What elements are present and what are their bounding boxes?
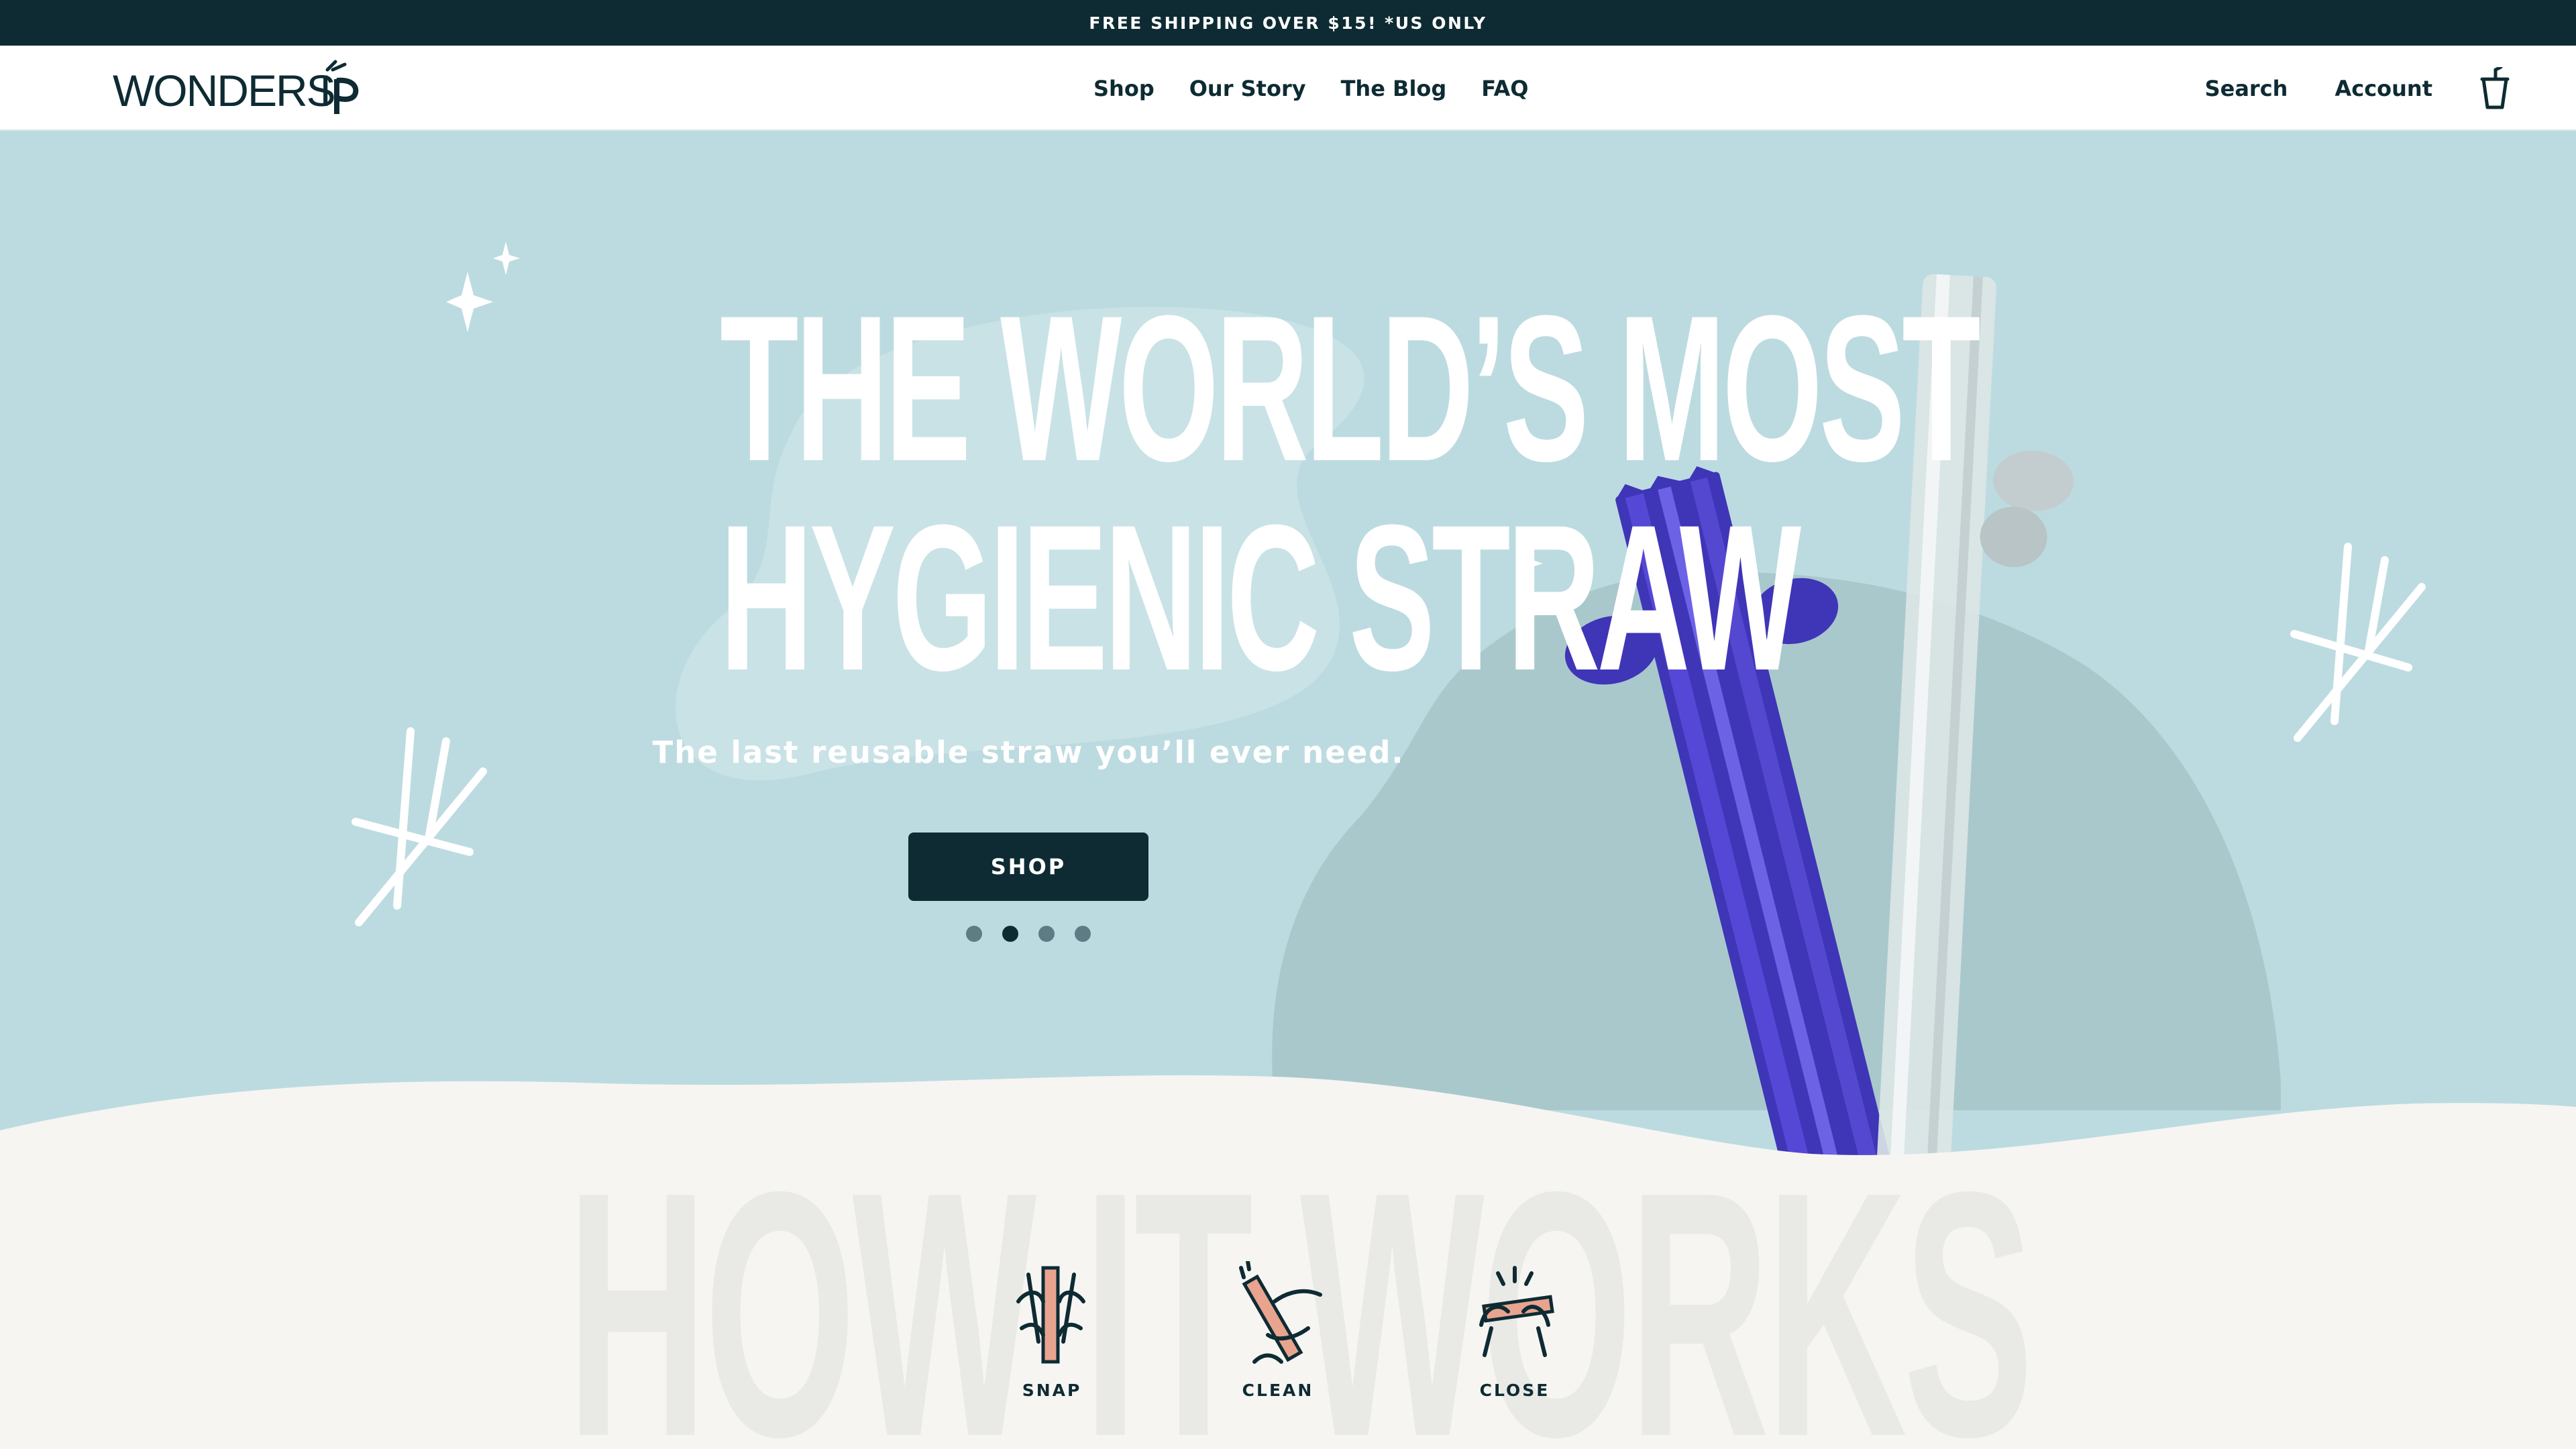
shop-button[interactable]: SHOP (908, 833, 1148, 901)
close-straw-icon (1479, 1266, 1554, 1357)
nav-our-story[interactable]: Our Story (1189, 76, 1306, 101)
account-link[interactable]: Account (2334, 76, 2432, 101)
svg-text:I: I (319, 66, 331, 115)
step-close: CLOSE (1441, 1261, 1589, 1400)
hero-banner: THE WORLD’S MOST HYGIENIC STRAW The last… (0, 131, 2576, 1234)
carousel-dots (966, 926, 1091, 942)
announcement-text: FREE SHIPPING OVER $15! *US ONLY (1089, 13, 1487, 33)
carousel-dot-1[interactable] (966, 926, 982, 942)
hero-headline: THE WORLD’S MOST HYGIENIC STRAW (720, 272, 1981, 714)
nav-the-blog[interactable]: The Blog (1341, 76, 1447, 101)
hero-subheading: The last reusable straw you’ll ever need… (652, 735, 1405, 770)
nav-faq[interactable]: FAQ (1481, 76, 1528, 101)
step-clean-label: CLEAN (1242, 1381, 1314, 1400)
headline-line-1: THE WORLD’S MOST (720, 272, 1981, 504)
step-snap-label: SNAP (1022, 1381, 1082, 1400)
search-link[interactable]: Search (2205, 76, 2288, 101)
utility-nav: Search Account (2205, 46, 2510, 131)
carousel-dot-3[interactable] (1038, 926, 1055, 942)
cup-icon[interactable] (2479, 66, 2510, 110)
primary-nav: Shop Our Story The Blog FAQ (1093, 46, 1528, 131)
nav-shop[interactable]: Shop (1093, 76, 1155, 101)
step-close-label: CLOSE (1479, 1381, 1550, 1400)
announcement-bar: FREE SHIPPING OVER $15! *US ONLY (0, 0, 2576, 46)
carousel-dot-2[interactable] (1002, 926, 1018, 942)
step-clean: CLEAN (1204, 1261, 1352, 1400)
carousel-dot-4[interactable] (1075, 926, 1091, 942)
svg-text:WONDERS: WONDERS (113, 66, 335, 115)
wondersip-logo[interactable]: WONDERS I (113, 56, 368, 119)
site-header: WONDERS I Shop Our Story The Blog FAQ Se… (0, 46, 2576, 131)
clean-straw-icon (1239, 1261, 1322, 1364)
step-snap: SNAP (978, 1261, 1126, 1400)
headline-line-2: HYGIENIC STRAW (720, 481, 1801, 714)
snap-straw-icon (1016, 1266, 1085, 1364)
